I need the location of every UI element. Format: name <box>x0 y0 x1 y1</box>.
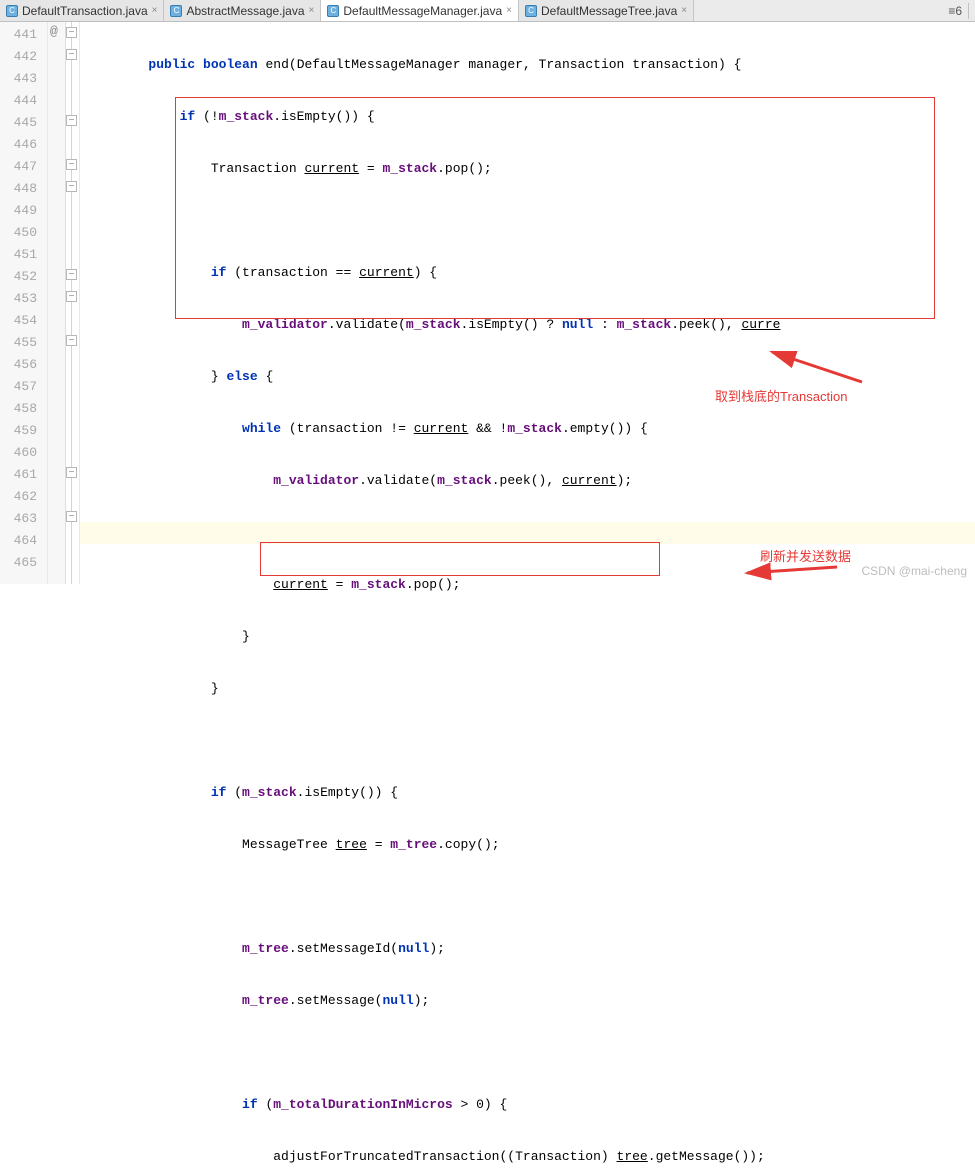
fold-toggle-icon[interactable]: − <box>66 269 77 280</box>
tab-label: DefaultMessageManager.java <box>343 4 502 18</box>
tab-label: AbstractMessage.java <box>186 4 304 18</box>
java-class-icon: C <box>327 5 339 17</box>
line-number-gutter: 441 442 443 444 445 446 447 448 449 450 … <box>0 22 48 584</box>
close-icon[interactable]: × <box>506 5 512 16</box>
annotation-text-2: 刷新并发送数据 <box>760 546 851 565</box>
fold-toggle-icon[interactable]: − <box>66 115 77 126</box>
fold-toggle-icon[interactable]: − <box>66 181 77 192</box>
annotation-text-1: 取到栈底的Transaction <box>715 386 847 405</box>
fold-toggle-icon[interactable]: − <box>66 49 77 60</box>
line-number: 450 <box>0 222 47 244</box>
tab-label: DefaultMessageTree.java <box>541 4 677 18</box>
line-number: 443 <box>0 68 47 90</box>
tab-default-message-manager[interactable]: C DefaultMessageManager.java × <box>321 0 519 21</box>
java-class-icon: C <box>6 5 18 17</box>
tab-overflow-controls[interactable]: ≡6 <box>944 0 975 21</box>
fold-toggle-icon[interactable]: − <box>66 27 77 38</box>
editor-tabs: C DefaultTransaction.java × C AbstractMe… <box>0 0 975 22</box>
line-number: 441 <box>0 24 47 46</box>
fold-toggle-icon[interactable]: − <box>66 291 77 302</box>
marker-column: @ <box>48 22 66 584</box>
tab-default-transaction[interactable]: C DefaultTransaction.java × <box>0 0 164 21</box>
override-marker[interactable]: @ <box>50 24 58 39</box>
line-number: 442 <box>0 46 47 68</box>
line-number: 446 <box>0 134 47 156</box>
line-number: 449 <box>0 200 47 222</box>
line-number: 453 <box>0 288 47 310</box>
fold-toggle-icon[interactable]: − <box>66 159 77 170</box>
java-class-icon: C <box>170 5 182 17</box>
code-area[interactable]: public boolean end(DefaultMessageManager… <box>80 22 975 584</box>
java-class-icon: C <box>525 5 537 17</box>
line-number: 444 <box>0 90 47 112</box>
line-number: 448 <box>0 178 47 200</box>
tab-label: DefaultTransaction.java <box>22 4 148 18</box>
tab-default-message-tree[interactable]: C DefaultMessageTree.java × <box>519 0 694 21</box>
line-number: 464 <box>0 530 47 552</box>
view-indicator: ≡6 <box>948 4 962 18</box>
fold-toggle-icon[interactable]: − <box>66 335 77 346</box>
close-icon[interactable]: × <box>309 5 315 16</box>
line-number: 455 <box>0 332 47 354</box>
line-number: 445 <box>0 112 47 134</box>
annotation-box-2 <box>260 542 660 576</box>
line-number: 451 <box>0 244 47 266</box>
tab-abstract-message[interactable]: C AbstractMessage.java × <box>164 0 321 21</box>
line-number: 452 <box>0 266 47 288</box>
fold-column: − − − − − − − − − − <box>66 22 80 584</box>
line-number: 461 <box>0 464 47 486</box>
close-icon[interactable]: × <box>152 5 158 16</box>
line-number: 463 <box>0 508 47 530</box>
line-number: 457 <box>0 376 47 398</box>
line-number: 454 <box>0 310 47 332</box>
line-number: 447 <box>0 156 47 178</box>
fold-toggle-icon[interactable]: − <box>66 511 77 522</box>
line-number: 459 <box>0 420 47 442</box>
close-icon[interactable]: × <box>681 5 687 16</box>
line-number: 456 <box>0 354 47 376</box>
editor-area: 441 442 443 444 445 446 447 448 449 450 … <box>0 22 975 584</box>
annotation-box-1 <box>175 97 935 319</box>
line-number: 465 <box>0 552 47 574</box>
line-number: 458 <box>0 398 47 420</box>
watermark: CSDN @mai-cheng <box>861 564 967 578</box>
line-number: 462 <box>0 486 47 508</box>
line-number: 460 <box>0 442 47 464</box>
fold-toggle-icon[interactable]: − <box>66 467 77 478</box>
